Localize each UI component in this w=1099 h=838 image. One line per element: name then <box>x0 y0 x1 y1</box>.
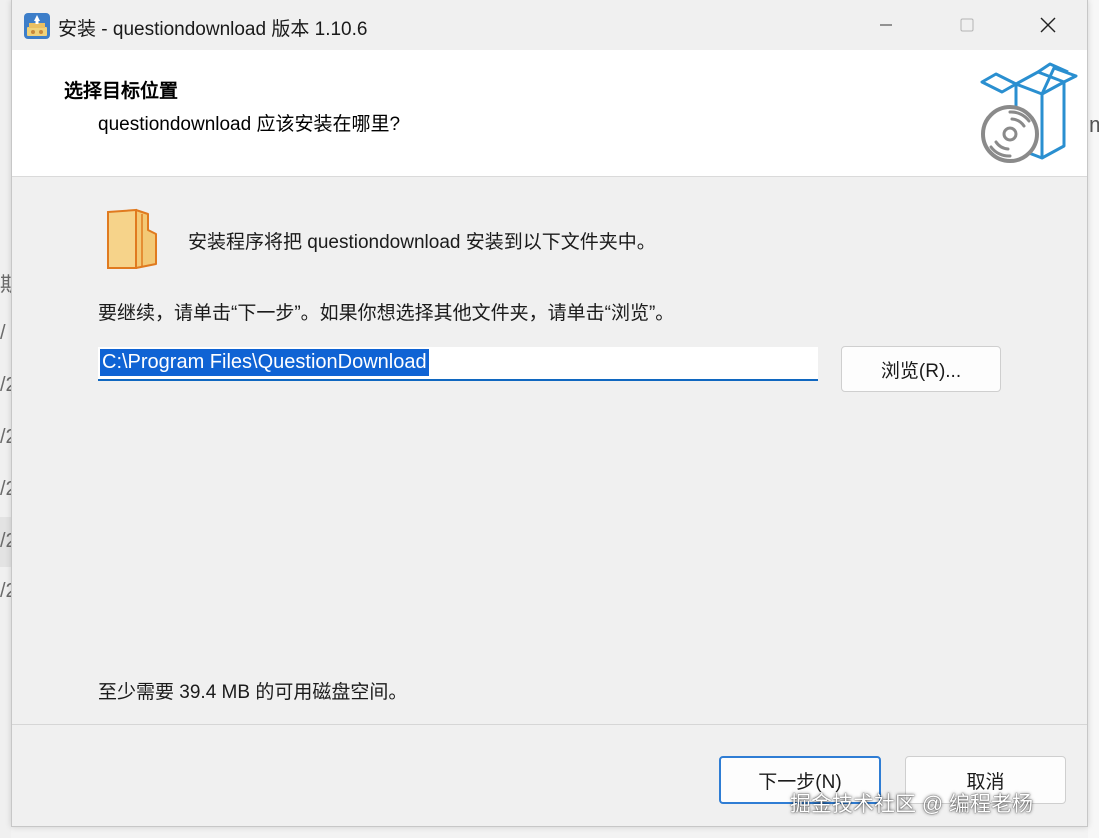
maximize-icon <box>960 18 974 32</box>
background-text: / <box>0 322 6 344</box>
background-text: /2 <box>0 478 11 500</box>
window-title: 安装 - questiondownload 版本 1.10.6 <box>58 19 368 40</box>
maximize-button[interactable] <box>944 0 990 50</box>
close-icon <box>1040 17 1056 33</box>
page-subtitle: questiondownload 应该安装在哪里? <box>98 114 401 135</box>
minimize-button[interactable] <box>863 0 909 50</box>
intro-text: 安装程序将把 questiondownload 安装到以下文件夹中。 <box>188 232 656 253</box>
background-text: /2 <box>0 580 11 602</box>
install-path-field[interactable]: C:\Program Files\QuestionDownload <box>98 347 818 381</box>
disk-space-text: 至少需要 39.4 MB 的可用磁盘空间。 <box>98 682 408 703</box>
package-disc-icon <box>980 62 1078 163</box>
minimize-icon <box>880 24 892 26</box>
background-text: /2 <box>0 426 11 448</box>
background-text: m <box>1089 112 1099 137</box>
background-text: /2 <box>0 530 11 552</box>
watermark: 掘金技术社区 @ 编程老杨 <box>790 793 1033 816</box>
install-path-value[interactable]: C:\Program Files\QuestionDownload <box>100 349 429 376</box>
background-left-column <box>0 0 11 838</box>
browse-button[interactable]: 浏览(R)... <box>841 346 1001 392</box>
background-text: 期 <box>0 274 11 296</box>
footer-divider <box>12 724 1087 725</box>
instruction-text: 要继续，请单击“下一步”。如果你想选择其他文件夹，请单击“浏览”。 <box>98 303 675 324</box>
background-text: /2 <box>0 374 11 396</box>
installer-app-icon <box>24 13 50 39</box>
title-bar[interactable]: 安装 - questiondownload 版本 1.10.6 <box>12 0 1087 50</box>
wizard-header: 选择目标位置 questiondownload 应该安装在哪里? <box>12 50 1087 177</box>
page-title: 选择目标位置 <box>64 81 179 102</box>
folder-icon <box>107 208 157 269</box>
installer-window: 安装 - questiondownload 版本 1.10.6 选择目标位置 q… <box>11 0 1088 827</box>
close-button[interactable] <box>1025 0 1071 50</box>
